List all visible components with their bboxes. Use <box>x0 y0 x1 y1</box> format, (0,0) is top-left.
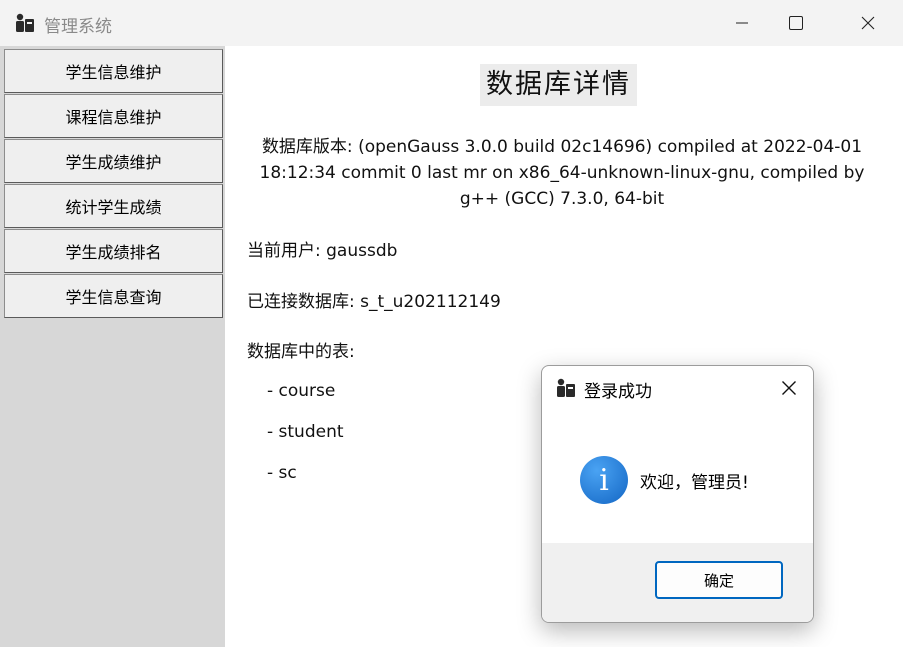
maximize-icon <box>789 16 803 30</box>
ok-button[interactable]: 确定 <box>655 561 783 599</box>
close-icon <box>861 16 875 30</box>
maximize-button[interactable] <box>773 0 819 46</box>
dialog-body: i 欢迎，管理员! <box>542 410 813 543</box>
minimize-icon <box>736 22 748 24</box>
table-list-item: - sc <box>267 463 297 483</box>
info-icon: i <box>580 456 628 504</box>
close-button[interactable] <box>845 0 891 46</box>
dialog-title: 登录成功 <box>584 382 652 402</box>
table-list-item: - course <box>267 381 336 401</box>
connected-db-text: 已连接数据库: s_t_u202112149 <box>247 292 501 312</box>
dialog-close-button[interactable] <box>769 366 809 410</box>
close-icon <box>782 381 796 395</box>
tables-label: 数据库中的表: <box>247 342 355 362</box>
dialog-message: 欢迎，管理员! <box>640 473 749 493</box>
sidebar: 学生信息维护 课程信息维护 学生成绩维护 统计学生成绩 学生成绩排名 学生信息查… <box>0 46 225 647</box>
main-window: 管理系统 学生信息维护 课程信息维护 学生成绩维护 统计学生成绩 学生成绩排名 … <box>0 0 903 647</box>
sidebar-item-student-query[interactable]: 学生信息查询 <box>4 274 223 318</box>
db-version-line: 数据库版本: (openGauss 3.0.0 build 02c14696) … <box>261 137 863 157</box>
sidebar-item-grade-maintenance[interactable]: 学生成绩维护 <box>4 139 223 183</box>
window-title: 管理系统 <box>44 17 112 37</box>
login-success-dialog: 登录成功 i 欢迎，管理员! 确定 <box>541 365 814 623</box>
dialog-footer: 确定 <box>542 543 813 622</box>
page-title: 数据库详情 <box>480 64 637 106</box>
title-bar[interactable]: 管理系统 <box>0 0 903 46</box>
db-version-text: 数据库版本: (openGauss 3.0.0 build 02c14696) … <box>242 134 882 212</box>
dialog-title-bar[interactable]: 登录成功 <box>542 366 813 410</box>
app-icon <box>16 13 34 32</box>
sidebar-item-grade-ranking[interactable]: 学生成绩排名 <box>4 229 223 273</box>
db-version-line: 18:12:34 commit 0 last mr on x86_64-unkn… <box>259 163 865 183</box>
minimize-button[interactable] <box>719 0 765 46</box>
sidebar-item-grade-statistics[interactable]: 统计学生成绩 <box>4 184 223 228</box>
db-version-line: g++ (GCC) 7.3.0, 64-bit <box>459 189 665 209</box>
table-list-item: - student <box>267 422 344 442</box>
sidebar-item-student-info[interactable]: 学生信息维护 <box>4 49 223 93</box>
sidebar-item-course-info[interactable]: 课程信息维护 <box>4 94 223 138</box>
app-icon <box>557 378 575 397</box>
current-user-text: 当前用户: gaussdb <box>247 241 398 261</box>
